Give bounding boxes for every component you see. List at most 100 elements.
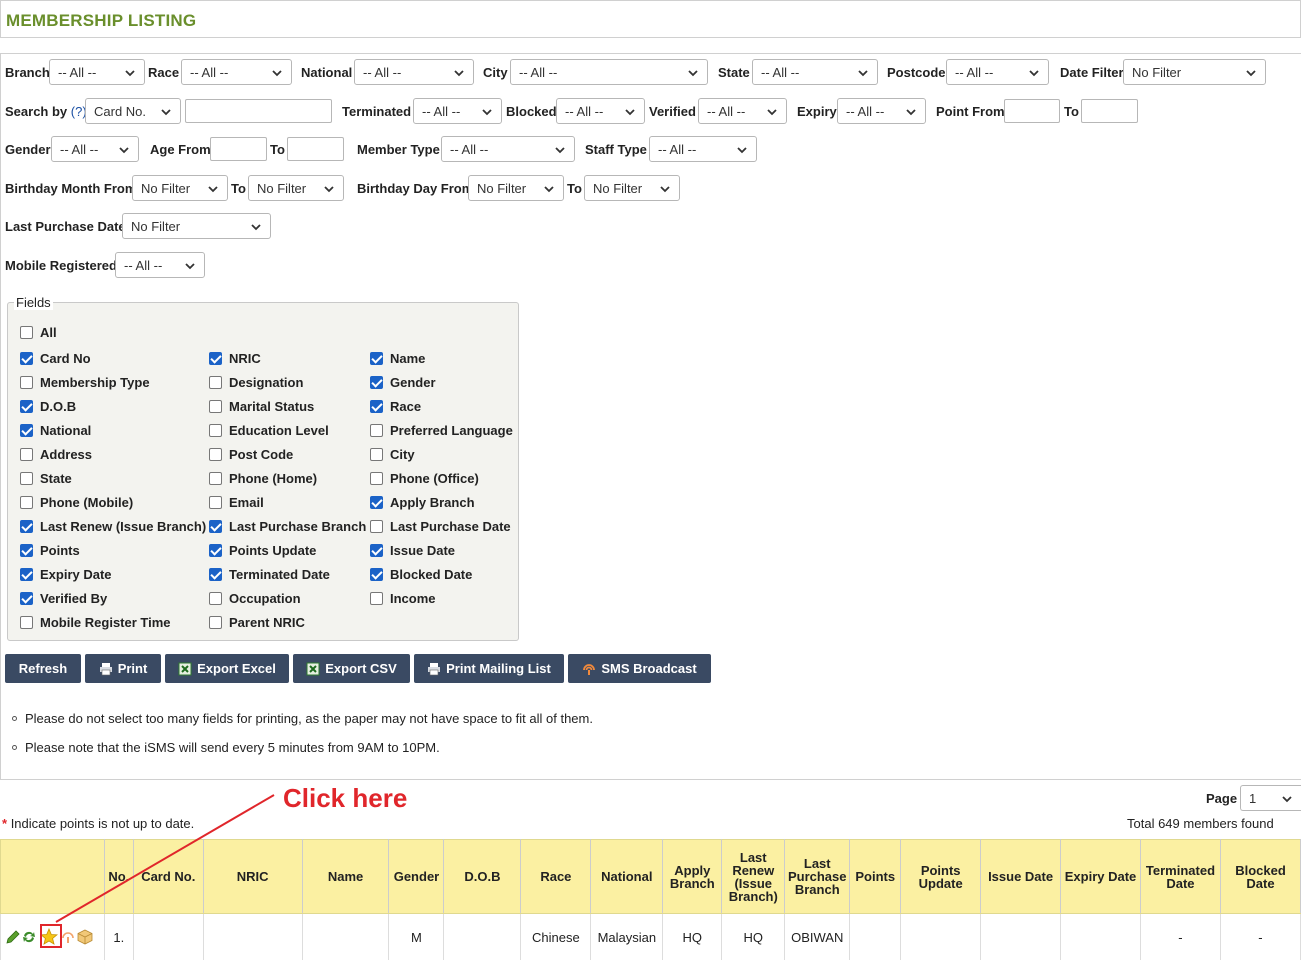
checkbox-box[interactable]: [20, 568, 33, 581]
field-checkbox-income[interactable]: Income: [370, 591, 436, 606]
field-checkbox-expiry-date[interactable]: Expiry Date: [20, 567, 112, 582]
field-checkbox-national[interactable]: National: [20, 423, 91, 438]
checkbox-box[interactable]: [209, 520, 222, 533]
field-checkbox-verified-by[interactable]: Verified By: [20, 591, 107, 606]
birthday-month-to-select[interactable]: No Filter: [248, 175, 344, 201]
field-checkbox-marital-status[interactable]: Marital Status: [209, 399, 314, 414]
checkbox-box[interactable]: [370, 448, 383, 461]
checkbox-box[interactable]: [209, 472, 222, 485]
field-checkbox-education-level[interactable]: Education Level: [209, 423, 329, 438]
field-checkbox-blocked-date[interactable]: Blocked Date: [370, 567, 472, 582]
field-checkbox-race[interactable]: Race: [370, 399, 421, 414]
sms-icon[interactable]: [61, 930, 75, 944]
refresh-button[interactable]: Refresh: [5, 654, 81, 683]
age-from-input[interactable]: [210, 137, 267, 161]
checkbox-box[interactable]: [20, 616, 33, 629]
birthday-day-from-select[interactable]: No Filter: [468, 175, 564, 201]
verified-select[interactable]: -- All --: [698, 98, 787, 124]
field-checkbox-terminated-date[interactable]: Terminated Date: [209, 567, 330, 582]
checkbox-box[interactable]: [370, 496, 383, 509]
gender-select[interactable]: -- All --: [51, 136, 139, 162]
terminated-select[interactable]: -- All --: [413, 98, 502, 124]
race-select[interactable]: -- All --: [181, 59, 292, 85]
field-checkbox-address[interactable]: Address: [20, 447, 92, 462]
checkbox-box[interactable]: [20, 472, 33, 485]
field-checkbox-nric[interactable]: NRIC: [209, 351, 261, 366]
field-checkbox-issue-date[interactable]: Issue Date: [370, 543, 455, 558]
checkbox-box[interactable]: [209, 616, 222, 629]
field-checkbox-phone-home[interactable]: Phone (Home): [209, 471, 317, 486]
search-input[interactable]: [185, 99, 332, 123]
checkbox-box[interactable]: [20, 544, 33, 557]
checkbox-box[interactable]: [209, 544, 222, 557]
field-checkbox-membership-type[interactable]: Membership Type: [20, 375, 150, 390]
field-checkbox-d-o-b[interactable]: D.O.B: [20, 399, 76, 414]
national-select[interactable]: -- All --: [354, 59, 474, 85]
field-checkbox-designation[interactable]: Designation: [209, 375, 303, 390]
field-checkbox-name[interactable]: Name: [370, 351, 425, 366]
birthday-day-to-select[interactable]: No Filter: [584, 175, 680, 201]
checkbox-box[interactable]: [370, 400, 383, 413]
search-by-select[interactable]: Card No.: [85, 98, 181, 124]
member-type-select[interactable]: -- All --: [441, 136, 575, 162]
renew-icon[interactable]: [21, 929, 37, 945]
point-from-input[interactable]: [1004, 99, 1060, 123]
mobile-registered-select[interactable]: -- All --: [115, 252, 205, 278]
checkbox-box[interactable]: [370, 376, 383, 389]
checkbox-box[interactable]: [370, 544, 383, 557]
field-checkbox-phone-mobile[interactable]: Phone (Mobile): [20, 495, 133, 510]
package-icon[interactable]: [77, 929, 93, 945]
field-checkbox-email[interactable]: Email: [209, 495, 264, 510]
field-checkbox-card-no[interactable]: Card No: [20, 351, 91, 366]
checkbox-box[interactable]: [20, 520, 33, 533]
checkbox-box[interactable]: [370, 352, 383, 365]
field-checkbox-apply-branch[interactable]: Apply Branch: [370, 495, 475, 510]
checkbox-box[interactable]: [209, 376, 222, 389]
city-select[interactable]: -- All --: [510, 59, 708, 85]
field-checkbox-parent-nric[interactable]: Parent NRIC: [209, 615, 305, 630]
checkbox-box[interactable]: [370, 424, 383, 437]
birthday-month-from-select[interactable]: No Filter: [132, 175, 228, 201]
field-checkbox-last-renew-issue-branch[interactable]: Last Renew (Issue Branch): [20, 519, 206, 534]
field-checkbox-mobile-register-time[interactable]: Mobile Register Time: [20, 615, 171, 630]
checkbox-box[interactable]: [209, 568, 222, 581]
checkbox-box[interactable]: [209, 496, 222, 509]
point-to-input[interactable]: [1081, 99, 1138, 123]
field-checkbox-points-update[interactable]: Points Update: [209, 543, 316, 558]
field-checkbox-city[interactable]: City: [370, 447, 415, 462]
field-checkbox-points[interactable]: Points: [20, 543, 80, 558]
checkbox-box[interactable]: [370, 520, 383, 533]
checkbox-box[interactable]: [370, 568, 383, 581]
page-select[interactable]: 1: [1240, 785, 1301, 811]
checkbox-box[interactable]: [20, 400, 33, 413]
print-mailing-list-button[interactable]: Print Mailing List: [414, 654, 564, 683]
expiry-select[interactable]: -- All --: [837, 98, 926, 124]
field-checkbox-post-code[interactable]: Post Code: [209, 447, 293, 462]
checkbox-box[interactable]: [20, 448, 33, 461]
age-to-input[interactable]: [287, 137, 344, 161]
checkbox-box[interactable]: [20, 376, 33, 389]
field-checkbox-all[interactable]: All: [20, 325, 57, 340]
last-purchase-date-select[interactable]: No Filter: [122, 213, 271, 239]
checkbox-box[interactable]: [20, 424, 33, 437]
field-checkbox-last-purchase-branch[interactable]: Last Purchase Branch: [209, 519, 366, 534]
export-excel-button[interactable]: Export Excel: [165, 654, 289, 683]
checkbox-box[interactable]: [209, 424, 222, 437]
checkbox-box[interactable]: [209, 400, 222, 413]
branch-select[interactable]: -- All --: [49, 59, 145, 85]
checkbox-box[interactable]: [20, 352, 33, 365]
checkbox-box[interactable]: [20, 592, 33, 605]
field-checkbox-phone-office[interactable]: Phone (Office): [370, 471, 479, 486]
field-checkbox-preferred-language[interactable]: Preferred Language: [370, 423, 513, 438]
blocked-select[interactable]: -- All --: [556, 98, 645, 124]
state-select[interactable]: -- All --: [752, 59, 878, 85]
checkbox-box[interactable]: [209, 592, 222, 605]
checkbox-box[interactable]: [370, 472, 383, 485]
date-filter-select[interactable]: No Filter: [1123, 59, 1266, 85]
staff-type-select[interactable]: -- All --: [649, 136, 757, 162]
edit-icon[interactable]: [5, 929, 21, 945]
checkbox-box[interactable]: [209, 352, 222, 365]
print-button[interactable]: Print: [85, 654, 161, 683]
checkbox-box[interactable]: [209, 448, 222, 461]
field-checkbox-state[interactable]: State: [20, 471, 72, 486]
